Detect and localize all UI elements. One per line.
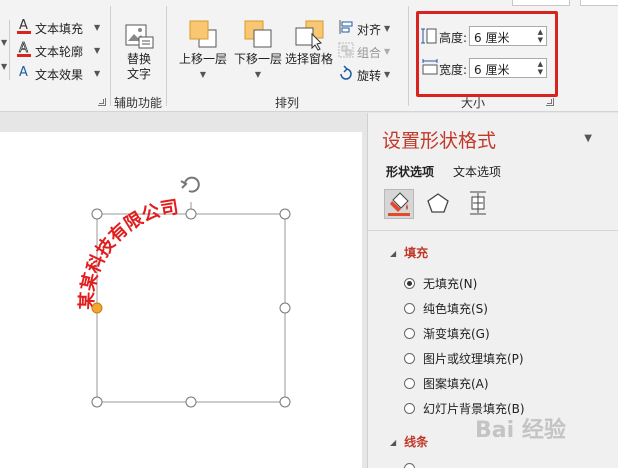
section-line-header[interactable]: ◢ 线条 bbox=[390, 433, 428, 450]
pane-title: 设置形状格式 bbox=[382, 130, 497, 152]
rotate-button[interactable]: 旋转 ▼ bbox=[338, 64, 398, 84]
group-divider bbox=[166, 6, 167, 106]
wordart-dialog-launcher-icon[interactable] bbox=[98, 98, 106, 106]
radio-button[interactable] bbox=[404, 377, 415, 389]
text-effect-label: 文本效果 bbox=[35, 68, 84, 82]
radio-button[interactable] bbox=[404, 327, 415, 339]
fill-option-label: 图案填充(A) bbox=[423, 376, 489, 391]
radio-button[interactable] bbox=[404, 402, 415, 414]
text-effect-button[interactable]: A 文本效果 ▼ bbox=[14, 63, 102, 83]
fill-option-label: 无填充(N) bbox=[423, 276, 478, 291]
arc-text-path: 某某科技有限公司 bbox=[76, 197, 180, 311]
send-backward-label: 下移一层 bbox=[233, 52, 282, 66]
text-outline-button[interactable]: A 文本轮廓 ▼ bbox=[14, 40, 102, 60]
chevron-down-icon: ▼ bbox=[94, 46, 101, 55]
fill-option-label: 纯色填充(S) bbox=[423, 301, 488, 316]
chevron-down-icon: ▼ bbox=[384, 24, 391, 33]
svg-text:A: A bbox=[19, 18, 28, 33]
tab-shape-options[interactable]: 形状选项 bbox=[386, 163, 434, 180]
align-button[interactable]: 对齐 ▼ bbox=[338, 18, 398, 38]
section-fill-label: 填充 bbox=[404, 246, 429, 260]
fill-line-tab-button[interactable] bbox=[384, 189, 414, 219]
alt-text-icon bbox=[125, 24, 154, 49]
chevron-down-icon: ▼ bbox=[94, 69, 101, 78]
group-icon bbox=[338, 42, 354, 58]
align-icon bbox=[339, 20, 353, 34]
chevron-down-icon: ▼ bbox=[384, 47, 391, 56]
size-dialog-launcher-icon[interactable] bbox=[546, 98, 554, 106]
chevron-down-icon: ▼ bbox=[254, 70, 262, 79]
effects-tab-button[interactable] bbox=[424, 189, 454, 219]
text-outline-label: 文本轮廓 bbox=[35, 45, 84, 59]
svg-text:A: A bbox=[19, 65, 28, 80]
bring-forward-label: 上移一层 bbox=[178, 52, 227, 66]
group-label-accessibility: 辅助功能 bbox=[114, 96, 163, 110]
fill-option[interactable]: 图片或纹理填充(P) bbox=[404, 349, 524, 367]
text-effect-icon: A bbox=[19, 65, 28, 80]
wordart-scroll[interactable]: ▼ ▼ bbox=[0, 20, 10, 80]
send-backward-button[interactable]: 下移一层 ▼ bbox=[231, 18, 285, 88]
fill-option-label: 渐变填充(G) bbox=[423, 326, 490, 341]
pentagon-icon bbox=[427, 193, 449, 213]
chevron-down-icon: ▼ bbox=[199, 70, 207, 79]
watermark: Bai 经验 bbox=[475, 418, 566, 443]
pane-divider bbox=[368, 230, 618, 231]
fill-option[interactable]: 纯色填充(S) bbox=[404, 299, 488, 317]
group-divider bbox=[408, 6, 409, 106]
replace-text-label-2: 文字 bbox=[126, 67, 151, 81]
chevron-down-icon: ▼ bbox=[94, 23, 101, 32]
slide-editing-area: 某某科技有限公司 bbox=[0, 113, 367, 468]
section-line-label: 线条 bbox=[404, 435, 429, 449]
bring-forward-icon bbox=[189, 20, 217, 48]
text-fill-icon: A bbox=[17, 18, 31, 34]
pane-options-caret-icon[interactable]: ▼ bbox=[584, 133, 592, 144]
paint-bucket-icon bbox=[388, 192, 410, 216]
selection-pane-icon bbox=[295, 20, 324, 51]
size-properties-icon bbox=[470, 191, 486, 215]
fill-option[interactable]: 渐变填充(G) bbox=[404, 324, 490, 342]
text-outline-icon: A bbox=[17, 41, 31, 57]
radio-button[interactable] bbox=[404, 277, 415, 289]
size-properties-tab-button[interactable] bbox=[464, 189, 494, 219]
rotate-label: 旋转 bbox=[357, 69, 382, 83]
partial-line-option bbox=[404, 463, 415, 468]
selected-shape[interactable]: 某某科技有限公司 bbox=[0, 132, 362, 468]
section-fill-header[interactable]: ◢ 填充 bbox=[390, 244, 428, 261]
selection-pane-label: 选择窗格 bbox=[284, 52, 333, 66]
replace-text-label-1: 替换 bbox=[126, 52, 151, 66]
replace-text-button[interactable]: 替换 文字 bbox=[118, 18, 160, 88]
bring-forward-button[interactable]: 上移一层 ▼ bbox=[176, 18, 230, 88]
send-backward-icon bbox=[244, 20, 272, 48]
radio-button[interactable] bbox=[404, 302, 415, 314]
arc-wordart-text[interactable]: 某某科技有限公司 bbox=[76, 197, 180, 311]
rotate-icon bbox=[340, 65, 352, 80]
ribbon: A 文本填充 ▼ A 文本轮廓 ▼ A 文本效果 ▼ ▼ ▼ 替换 文字 辅助功… bbox=[0, 0, 618, 112]
slide-canvas[interactable]: 某某科技有限公司 bbox=[0, 132, 362, 468]
svg-text:A: A bbox=[19, 41, 28, 56]
top-right-button-2[interactable] bbox=[580, 0, 618, 6]
collapse-triangle-icon: ◢ bbox=[390, 438, 397, 447]
text-fill-button[interactable]: A 文本填充 ▼ bbox=[14, 17, 102, 37]
group-label-arrange: 排列 bbox=[275, 96, 300, 110]
group-divider bbox=[110, 6, 111, 106]
group-label: 组合 bbox=[357, 46, 382, 60]
top-right-button[interactable] bbox=[512, 0, 570, 6]
fill-option[interactable]: 图案填充(A) bbox=[404, 374, 489, 392]
radio-button[interactable] bbox=[404, 352, 415, 364]
align-label: 对齐 bbox=[357, 23, 382, 37]
chevron-down-icon: ▼ bbox=[384, 70, 391, 79]
fill-option[interactable]: 无填充(N) bbox=[404, 274, 477, 292]
group-button[interactable]: 组合 ▼ bbox=[338, 41, 398, 61]
fill-option-label: 图片或纹理填充(P) bbox=[423, 351, 524, 366]
collapse-triangle-icon: ◢ bbox=[390, 249, 397, 258]
highlight-annotation-box bbox=[416, 11, 558, 97]
selection-pane-button[interactable]: 选择窗格 bbox=[283, 18, 335, 88]
text-fill-label: 文本填充 bbox=[35, 22, 84, 36]
tab-text-options[interactable]: 文本选项 bbox=[453, 163, 501, 180]
